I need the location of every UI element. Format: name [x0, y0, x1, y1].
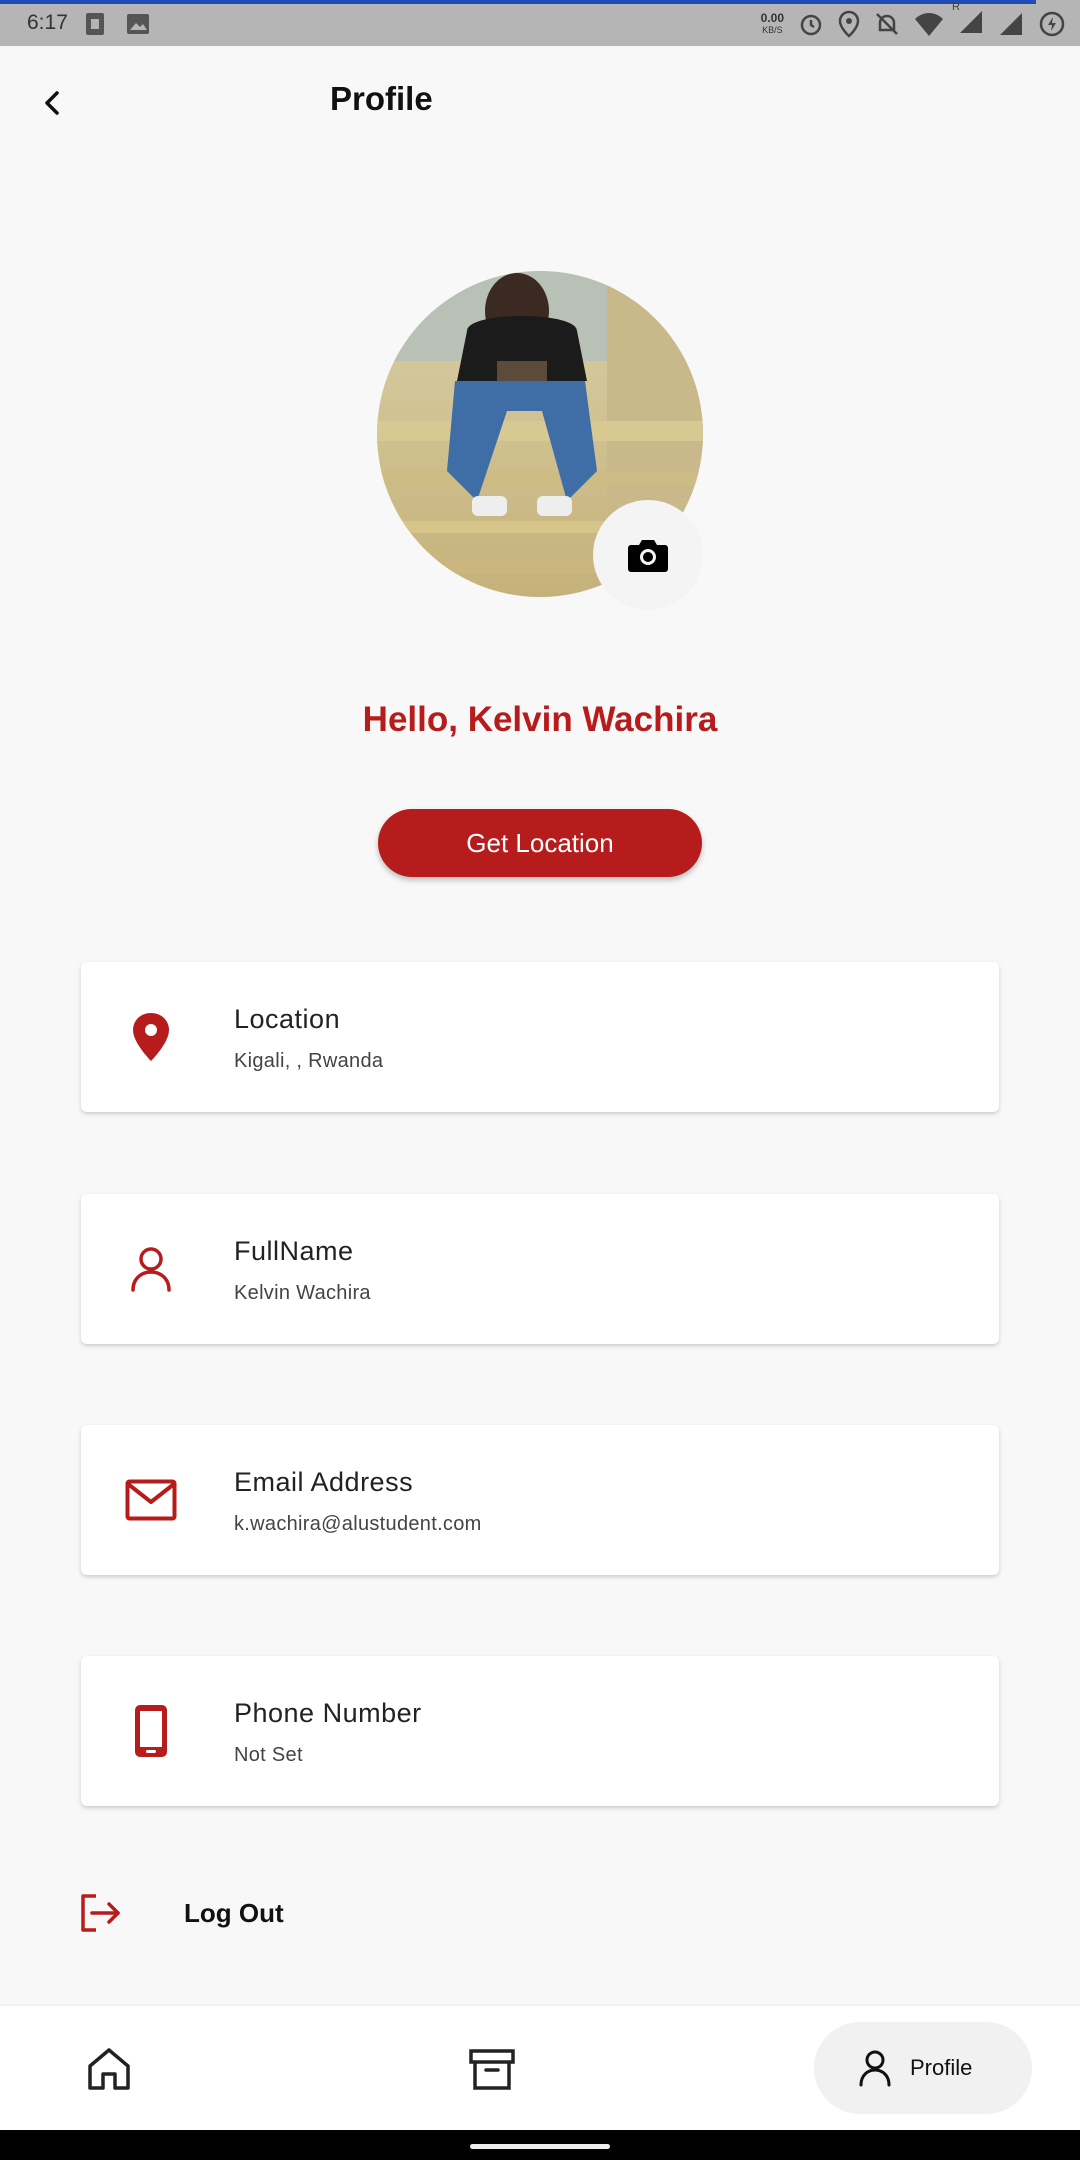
notifications-off-icon	[876, 13, 898, 35]
card-title: Email Address	[234, 1467, 414, 1497]
net-speed: 0.00 KB/S	[760, 11, 784, 35]
signal-roaming: R	[952, 1, 984, 40]
greeting-text: Hello, Kelvin Wachira	[362, 700, 718, 739]
change-photo-button[interactable]	[593, 500, 703, 610]
logout-button[interactable]: Log Out	[78, 1882, 378, 1942]
status-progress-line	[0, 0, 1036, 4]
status-bar: 6:17 0.00 KB/S R	[0, 0, 1080, 46]
nav-profile[interactable]: Profile	[814, 2022, 1032, 2114]
system-nav-bar	[0, 2130, 1080, 2160]
card-value: k.wachira@alustudent.com	[234, 1513, 482, 1535]
nav-archive[interactable]	[467, 2044, 517, 2094]
location-status-icon	[838, 10, 860, 38]
card-title: FullName	[234, 1236, 354, 1266]
nav-profile-label: Profile	[910, 2055, 973, 2080]
sim-card-icon	[86, 13, 104, 35]
location-card[interactable]: Location Kigali, , Rwanda	[81, 962, 999, 1112]
status-icons: 0.00 KB/S R	[760, 1, 1066, 40]
bottom-navigation: Profile	[0, 2006, 1080, 2130]
phone-card[interactable]: Phone Number Not Set	[81, 1656, 999, 1806]
get-location-button[interactable]: Get Location	[378, 809, 702, 877]
signal-icon	[960, 10, 982, 33]
mail-icon	[111, 1465, 191, 1535]
camera-icon	[628, 540, 668, 572]
image-icon	[127, 14, 149, 34]
app-header: Profile	[0, 46, 1080, 154]
email-card[interactable]: Email Address k.wachira@alustudent.com	[81, 1425, 999, 1575]
alarm-icon	[800, 14, 822, 36]
status-time: 6:17	[27, 11, 68, 34]
page-title: Profile	[330, 80, 433, 117]
back-button[interactable]	[30, 80, 76, 126]
card-title: Phone Number	[234, 1698, 422, 1728]
chevron-left-icon	[45, 91, 59, 115]
person-icon	[111, 1234, 191, 1304]
logout-icon	[81, 1894, 120, 1932]
fullname-card[interactable]: FullName Kelvin Wachira	[81, 1194, 999, 1344]
nav-home[interactable]	[84, 2044, 134, 2094]
wifi-icon	[915, 13, 943, 36]
logout-label: Log Out	[184, 1898, 284, 1928]
phone-icon	[111, 1696, 191, 1766]
card-value: Kigali, , Rwanda	[234, 1050, 384, 1072]
card-value: Not Set	[234, 1744, 303, 1766]
signal-2-icon	[1000, 13, 1022, 35]
location-pin-icon	[111, 1002, 191, 1072]
card-value: Kelvin Wachira	[234, 1282, 371, 1304]
home-gesture-handle[interactable]	[470, 2144, 610, 2149]
battery-saver-icon	[1039, 11, 1065, 37]
person-icon	[859, 2050, 891, 2087]
home-icon	[88, 2048, 130, 2090]
card-title: Location	[234, 1004, 341, 1034]
archive-icon	[469, 2049, 515, 2090]
